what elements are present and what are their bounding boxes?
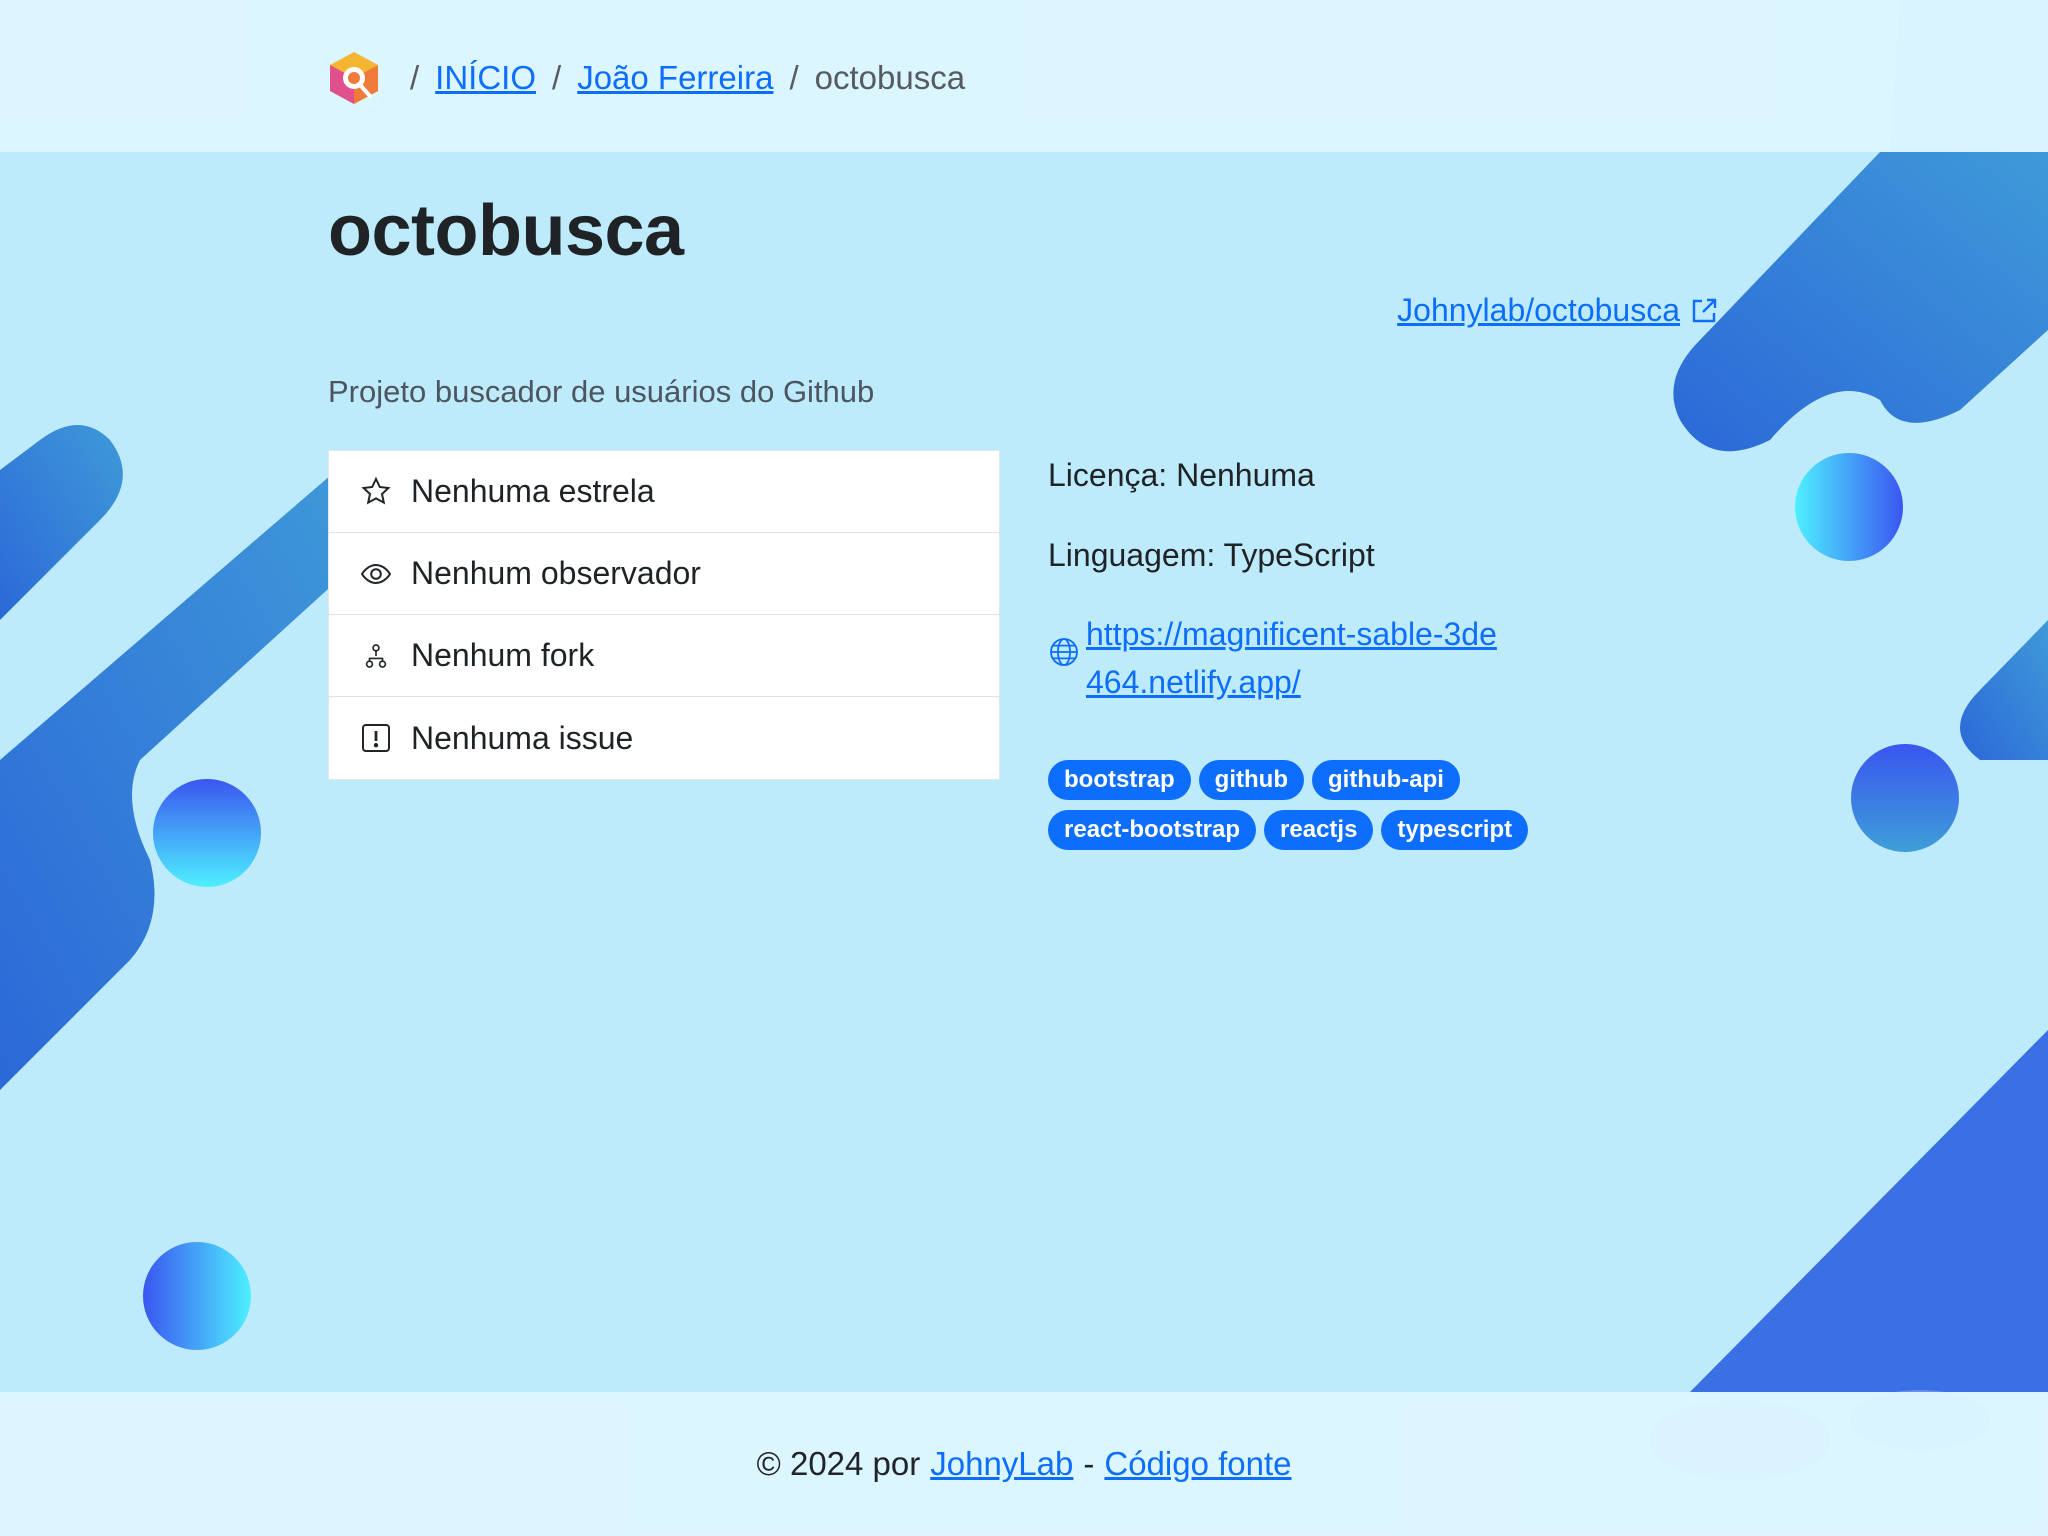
fork-icon xyxy=(359,639,393,673)
topic-badge[interactable]: github-api xyxy=(1311,760,1460,800)
breadcrumb-current: octobusca xyxy=(814,59,966,96)
page-title: octobusca xyxy=(328,191,684,271)
top-bar: / INÍCIO / João Ferreira / octobusca xyxy=(0,0,2048,152)
octobusca-logo-icon[interactable] xyxy=(328,50,380,106)
topic-badge[interactable]: typescript xyxy=(1381,810,1529,850)
stat-stars: Nenhuma estrela xyxy=(329,451,999,533)
footer: © 2024 por JohnyLab - Código fonte xyxy=(0,1392,2048,1536)
homepage-link[interactable]: https://magnificent-sable-3de464.netlify… xyxy=(1086,610,1506,706)
breadcrumb-user-link[interactable]: João Ferreira xyxy=(577,59,773,97)
footer-separator: - xyxy=(1083,1445,1095,1482)
homepage: https://magnificent-sable-3de464.netlify… xyxy=(1048,610,1648,706)
topic-badge[interactable]: reactjs xyxy=(1264,810,1374,850)
stat-issues: Nenhuma issue xyxy=(329,697,999,779)
stat-label: Nenhum fork xyxy=(411,637,595,673)
topic-badge[interactable]: github xyxy=(1198,760,1304,800)
repo-info: Licença: Nenhuma Linguagem: TypeScript h… xyxy=(1048,450,1648,706)
topic-badge[interactable]: bootstrap xyxy=(1048,760,1191,800)
globe-icon xyxy=(1050,638,1078,666)
stat-label: Nenhuma estrela xyxy=(411,473,655,509)
breadcrumb-home-link[interactable]: INÍCIO xyxy=(435,59,536,97)
language-text: Linguagem: TypeScript xyxy=(1048,536,1375,573)
footer-copyright: © 2024 por xyxy=(756,1445,921,1482)
eye-icon xyxy=(359,557,393,591)
repo-description: Projeto buscador de usuários do Github xyxy=(328,374,875,409)
footer-author-link[interactable]: JohnyLab xyxy=(930,1445,1073,1483)
breadcrumb: / INÍCIO / João Ferreira / octobusca xyxy=(328,48,965,108)
issue-icon xyxy=(359,721,393,755)
footer-source-link[interactable]: Código fonte xyxy=(1104,1445,1291,1483)
repo-stats-list: Nenhuma estrela Nenhum observador Nenhum… xyxy=(328,450,1000,780)
repo-page: octobusca Johnylab/octobusca Projeto bus… xyxy=(0,152,2048,1392)
license-text: Licença: Nenhuma xyxy=(1048,456,1315,493)
github-repo-link[interactable]: Johnylab/octobusca xyxy=(1397,292,1720,329)
breadcrumb-separator: / xyxy=(410,59,420,96)
stat-label: Nenhuma issue xyxy=(411,719,634,756)
breadcrumb-separator: / xyxy=(552,59,562,96)
breadcrumb-separator: / xyxy=(789,59,799,96)
external-link-icon xyxy=(1692,298,1717,322)
star-icon xyxy=(359,475,393,509)
stat-forks: Nenhum fork xyxy=(329,615,999,697)
topics-list: bootstrap github github-api react-bootst… xyxy=(1048,760,1608,850)
stat-label: Nenhum observador xyxy=(411,555,701,591)
topic-badge[interactable]: react-bootstrap xyxy=(1048,810,1257,850)
stat-watchers: Nenhum observador xyxy=(329,533,999,615)
github-repo-link-label: Johnylab/octobusca xyxy=(1397,292,1680,328)
